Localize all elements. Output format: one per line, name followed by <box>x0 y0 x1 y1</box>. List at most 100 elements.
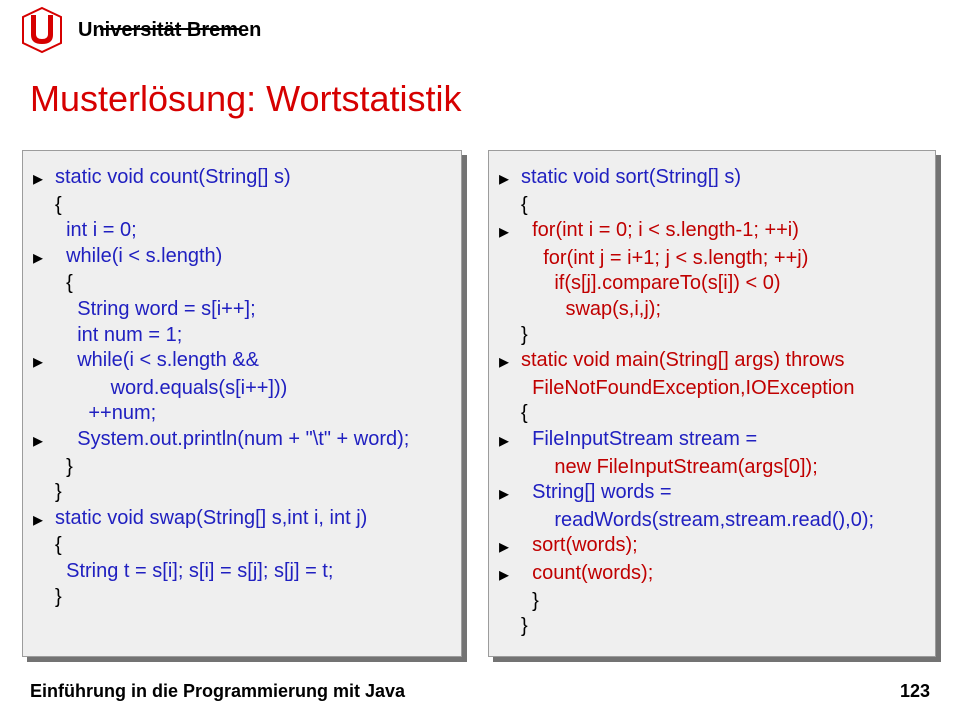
code-text: static void count(String[] s) <box>55 165 291 191</box>
university-name: Universität Bremen <box>78 19 261 42</box>
bullet-icon <box>33 480 55 482</box>
code-text: swap(s,i,j); <box>521 297 661 323</box>
code-line: readWords(stream,stream.read(),0); <box>499 508 925 534</box>
code-text: static void sort(String[] s) <box>521 165 741 191</box>
page-number: 123 <box>900 681 930 702</box>
code-line: { <box>33 193 451 219</box>
code-text: readWords(stream,stream.read(),0); <box>521 508 874 534</box>
code-line: ▸ String[] words = <box>499 480 925 508</box>
bullet-icon <box>33 193 55 195</box>
code-text: String t = s[i]; s[i] = s[j]; s[j] = t; <box>55 559 333 585</box>
bullet-icon <box>33 455 55 457</box>
bullet-icon <box>33 533 55 535</box>
bullet-icon <box>499 508 521 510</box>
bullet-icon: ▸ <box>499 218 521 246</box>
code-text: { <box>55 533 62 559</box>
code-line: for(int j = i+1; j < s.length; ++j) <box>499 246 925 272</box>
bullet-icon: ▸ <box>33 506 55 534</box>
code-line: } <box>33 585 451 611</box>
code-text: } <box>55 585 62 611</box>
bullet-icon: ▸ <box>499 348 521 376</box>
code-text: int i = 0; <box>55 218 137 244</box>
code-line: { <box>499 193 925 219</box>
code-line: int num = 1; <box>33 323 451 349</box>
code-line: ▸static void count(String[] s) <box>33 165 451 193</box>
bullet-icon: ▸ <box>499 561 521 589</box>
bullet-icon <box>499 271 521 273</box>
code-line: } <box>33 480 451 506</box>
code-line: FileNotFoundException,IOException <box>499 376 925 402</box>
code-line: ▸ while(i < s.length) <box>33 244 451 272</box>
code-text: } <box>55 455 73 481</box>
code-line: String t = s[i]; s[i] = s[j]; s[j] = t; <box>33 559 451 585</box>
code-text: } <box>521 614 528 640</box>
bullet-icon <box>33 218 55 220</box>
bullet-icon <box>33 323 55 325</box>
code-line: ▸ FileInputStream stream = <box>499 427 925 455</box>
bullet-icon <box>33 559 55 561</box>
code-line: swap(s,i,j); <box>499 297 925 323</box>
code-line: ++num; <box>33 401 451 427</box>
code-text: ++num; <box>55 401 156 427</box>
code-line: ▸ for(int i = 0; i < s.length-1; ++i) <box>499 218 925 246</box>
code-line: { <box>499 401 925 427</box>
bullet-icon <box>33 376 55 378</box>
code-line: ▸static void main(String[] args) throws <box>499 348 925 376</box>
bullet-icon: ▸ <box>33 165 55 193</box>
code-text: FileNotFoundException,IOException <box>521 376 855 402</box>
header: Universität Bremen <box>20 6 261 54</box>
code-text: } <box>521 589 539 615</box>
code-text: String[] words = <box>521 480 672 506</box>
code-text: String word = s[i++]; <box>55 297 256 323</box>
code-text: int num = 1; <box>55 323 182 349</box>
bullet-icon <box>499 376 521 378</box>
code-line: ▸ count(words); <box>499 561 925 589</box>
bullet-icon <box>33 271 55 273</box>
code-box-left: ▸static void count(String[] s){ int i = … <box>22 150 462 657</box>
code-text: } <box>55 480 62 506</box>
code-text: sort(words); <box>521 533 638 559</box>
code-line: { <box>33 271 451 297</box>
slide-title: Musterlösung: Wortstatistik <box>30 78 461 120</box>
bullet-icon <box>33 401 55 403</box>
bullet-icon <box>499 323 521 325</box>
code-text: { <box>521 193 528 219</box>
code-line: } <box>33 455 451 481</box>
code-line: ▸ sort(words); <box>499 533 925 561</box>
code-line: int i = 0; <box>33 218 451 244</box>
university-logo-icon <box>20 6 64 54</box>
code-text: { <box>55 271 73 297</box>
bullet-icon <box>499 455 521 457</box>
code-text: static void main(String[] args) throws <box>521 348 844 374</box>
bullet-icon: ▸ <box>499 480 521 508</box>
bullet-icon <box>33 585 55 587</box>
code-text: { <box>55 193 62 219</box>
footer: Einführung in die Programmierung mit Jav… <box>30 681 930 702</box>
code-text: new FileInputStream(args[0]); <box>521 455 818 481</box>
code-box-right: ▸static void sort(String[] s){▸ for(int … <box>488 150 936 657</box>
code-line: String word = s[i++]; <box>33 297 451 323</box>
bullet-icon <box>499 589 521 591</box>
code-line: } <box>499 589 925 615</box>
bullet-icon: ▸ <box>499 427 521 455</box>
bullet-icon: ▸ <box>33 427 55 455</box>
code-line: ▸static void swap(String[] s,int i, int … <box>33 506 451 534</box>
bullet-icon: ▸ <box>33 244 55 272</box>
code-text: } <box>521 323 528 349</box>
bullet-icon <box>499 614 521 616</box>
code-text: FileInputStream stream = <box>521 427 757 453</box>
code-line: word.equals(s[i++])) <box>33 376 451 402</box>
code-text: for(int i = 0; i < s.length-1; ++i) <box>521 218 799 244</box>
code-text: for(int j = i+1; j < s.length; ++j) <box>521 246 808 272</box>
bullet-icon <box>33 297 55 299</box>
code-text: System.out.println(num + "\t" + word); <box>55 427 409 453</box>
code-line: if(s[j].compareTo(s[i]) < 0) <box>499 271 925 297</box>
code-text: static void swap(String[] s,int i, int j… <box>55 506 367 532</box>
code-text: while(i < s.length) <box>55 244 222 270</box>
bullet-icon: ▸ <box>499 533 521 561</box>
code-line: new FileInputStream(args[0]); <box>499 455 925 481</box>
code-line: { <box>33 533 451 559</box>
header-divider <box>100 28 241 30</box>
code-line: ▸ System.out.println(num + "\t" + word); <box>33 427 451 455</box>
footer-text: Einführung in die Programmierung mit Jav… <box>30 681 405 702</box>
